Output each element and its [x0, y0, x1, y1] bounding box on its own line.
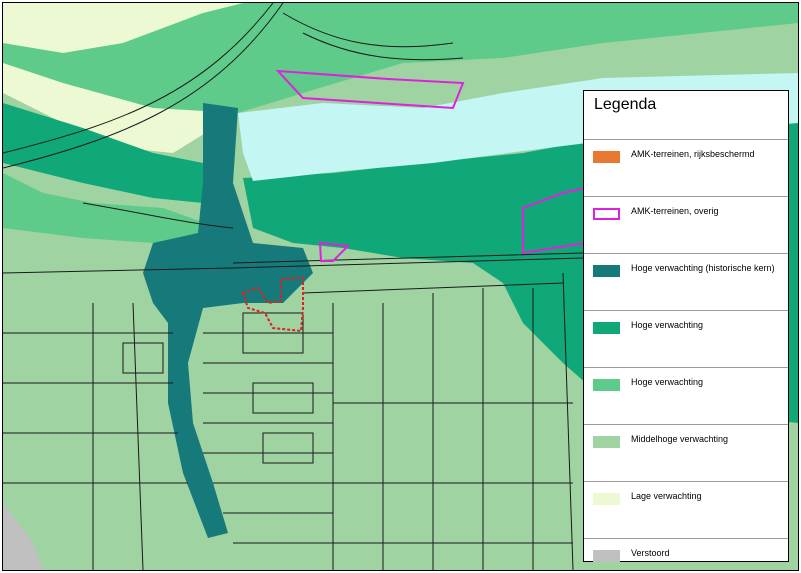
legend-label: Middelhoge verwachting: [631, 434, 729, 444]
legend-panel: Legenda AMK-terreinen, rijksbeschermd AMK…: [583, 90, 789, 562]
legend-divider: [584, 424, 788, 425]
legend-label: Lage verwachting: [631, 491, 702, 501]
legend-item: Verstoord: [584, 538, 788, 570]
legend-swatch: [593, 208, 620, 220]
legend-divider: [584, 253, 788, 254]
map-frame: Legenda AMK-terreinen, rijksbeschermd AMK…: [2, 2, 799, 571]
legend-item: Hoge verwachting (historische kern): [584, 253, 788, 307]
zone-disturbed: [3, 503, 43, 570]
legend-item: Middelhoge verwachting: [584, 424, 788, 478]
legend-item: Hoge verwachting: [584, 310, 788, 364]
legend-label: Verstoord: [631, 548, 670, 558]
legend-label: Hoge verwachting: [631, 320, 704, 330]
legend-divider: [584, 196, 788, 197]
legend-label: AMK-terreinen, overig: [631, 206, 719, 216]
legend-divider: [584, 538, 788, 539]
legend-swatch: [593, 322, 620, 334]
legend-item: AMK-terreinen, overig: [584, 196, 788, 250]
legend-swatch: [593, 493, 620, 505]
legend-divider: [584, 367, 788, 368]
legend-label: Hoge verwachting: [631, 377, 704, 387]
legend-item: Lage verwachting: [584, 481, 788, 535]
legend-item: AMK-terreinen, rijksbeschermd: [584, 139, 788, 193]
legend-title: Legenda: [594, 96, 657, 113]
legend-swatch: [593, 265, 620, 277]
legend-swatch: [593, 550, 620, 562]
legend-divider: [584, 481, 788, 482]
legend-item: Hoge verwachting: [584, 367, 788, 421]
legend-swatch: [593, 379, 620, 391]
legend-divider: [584, 139, 788, 140]
legend-label: Hoge verwachting (historische kern): [631, 263, 775, 273]
legend-label: AMK-terreinen, rijksbeschermd: [631, 149, 755, 159]
legend-swatch: [593, 151, 620, 163]
legend-divider: [584, 310, 788, 311]
legend-swatch: [593, 436, 620, 448]
